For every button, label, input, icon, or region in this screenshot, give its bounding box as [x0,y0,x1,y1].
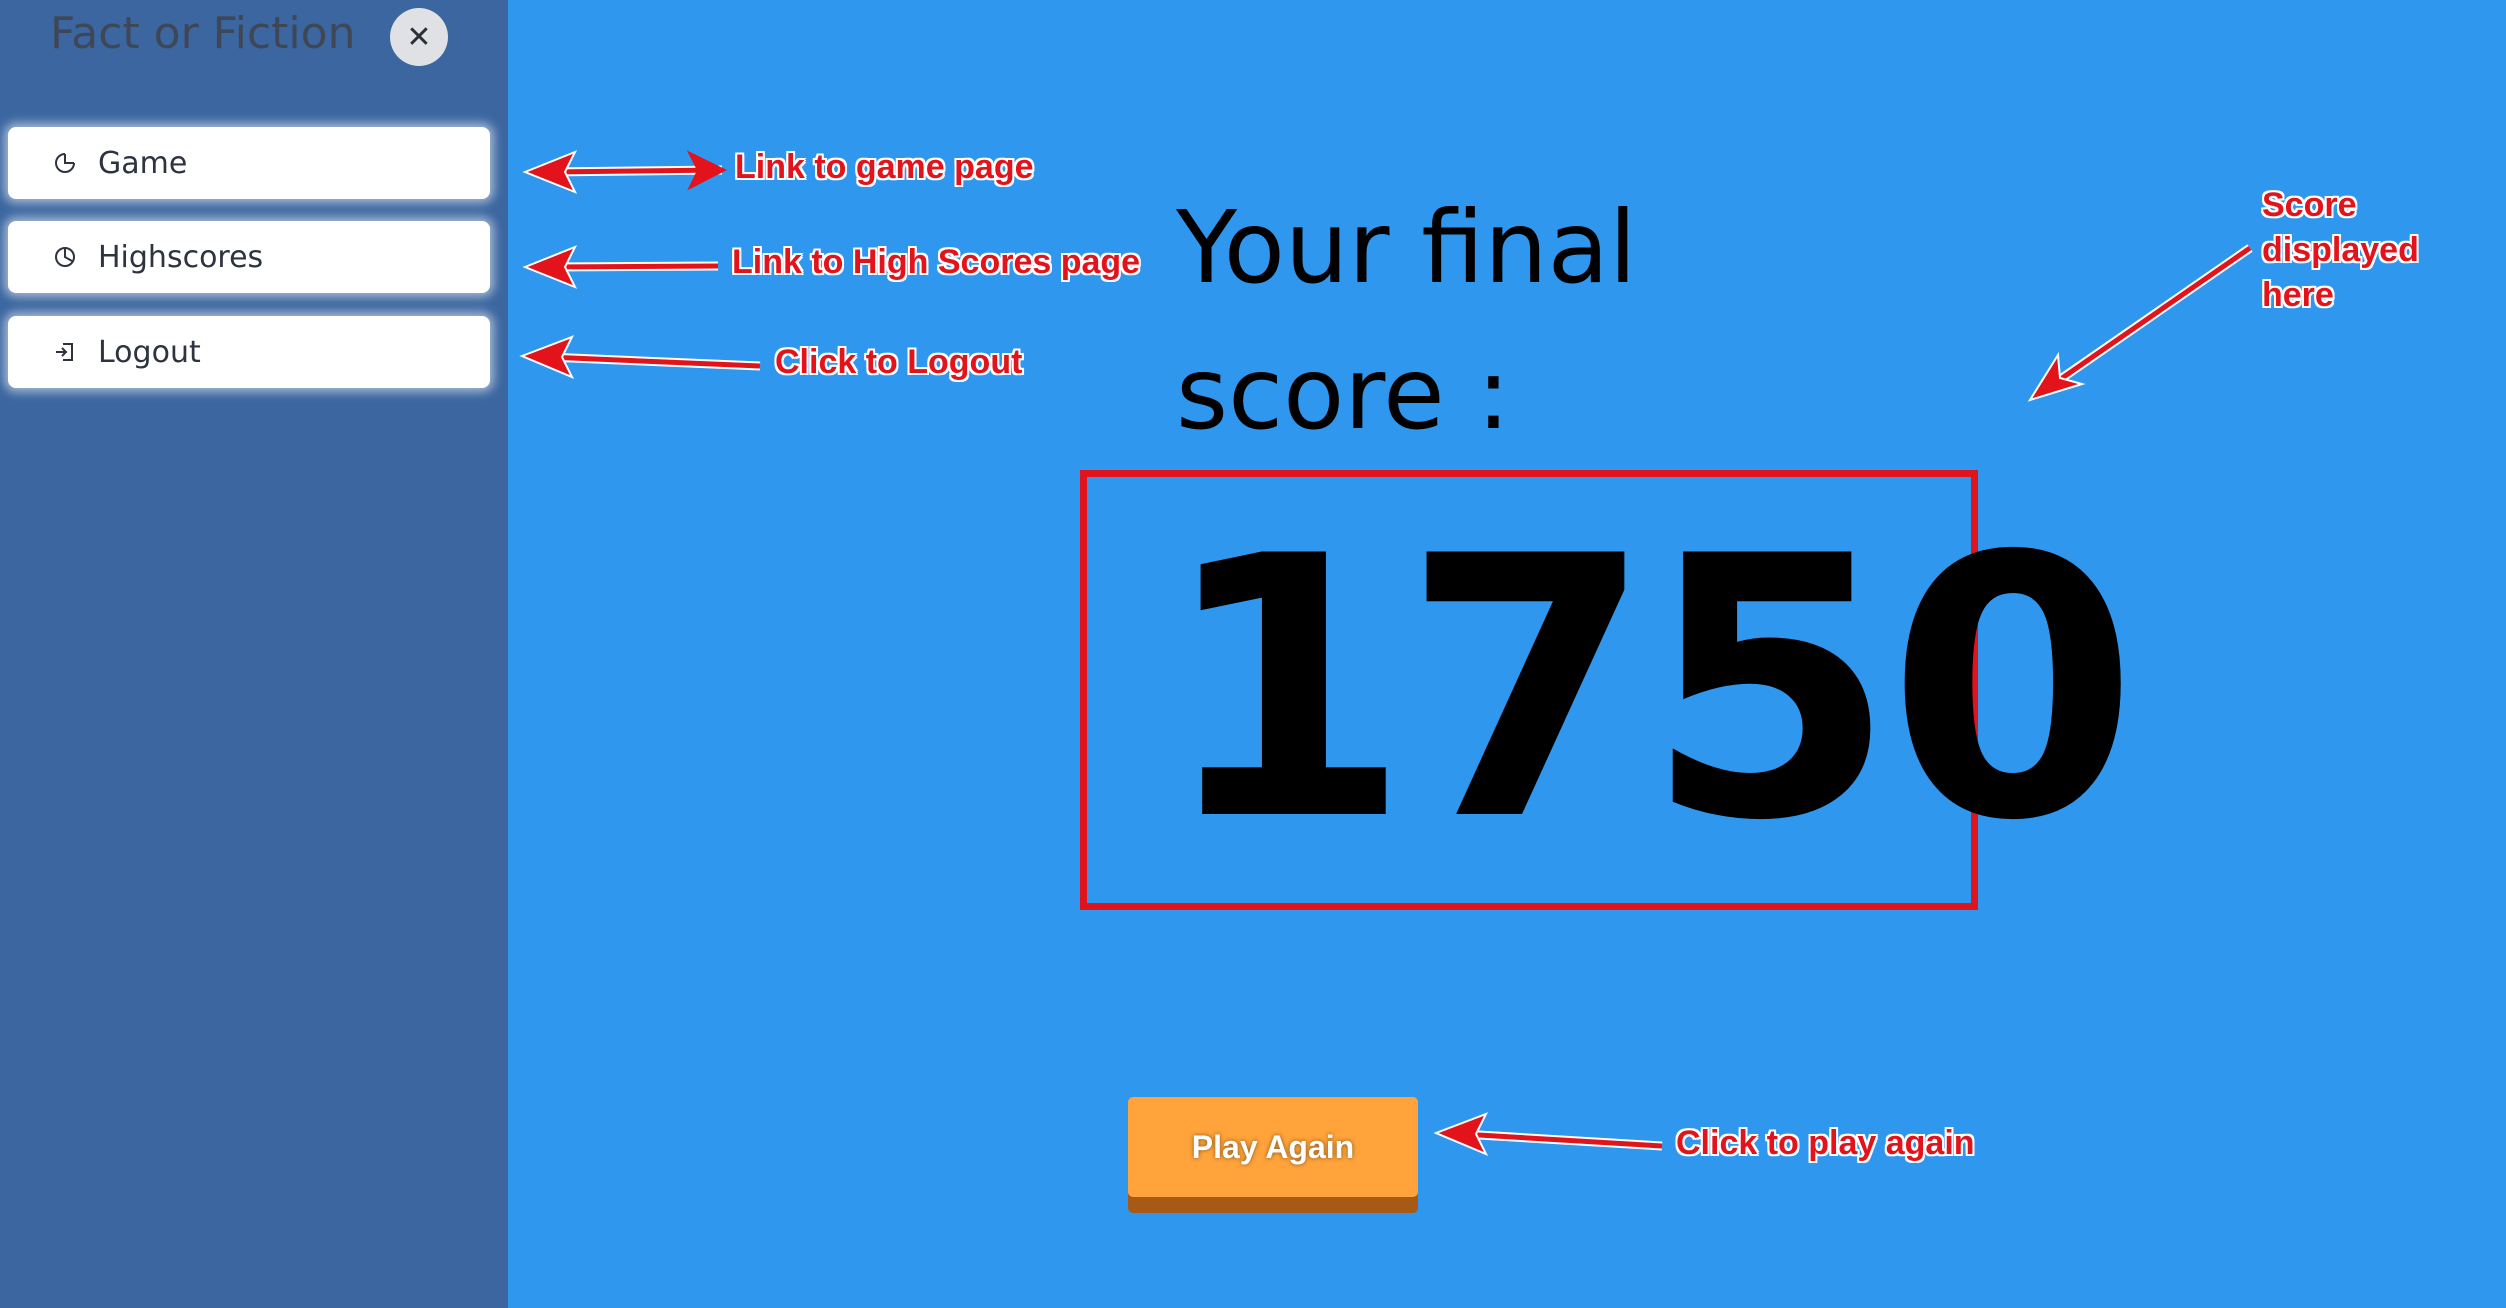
annotation-game: Link to game page [735,148,1034,186]
app-root: Fact or Fiction ✕ Game Highscores Logout… [0,0,2506,1308]
annotation-score: Score displayed here [2262,183,2419,318]
annotation-highscores: Link to High Scores page [732,243,1141,281]
annotation-score-line2: displayed [2262,231,2419,269]
arrow-play-again [1433,1112,1663,1156]
annotation-arrows [519,150,2253,1156]
annotation-play-again: Click to play again [1676,1124,1975,1162]
arrow-logout [519,335,761,379]
arrow-game [522,150,727,194]
arrow-score [2027,244,2253,402]
annotation-logout: Click to Logout [775,343,1023,381]
annotation-score-line3: here [2262,276,2334,314]
arrow-highscores [522,245,719,289]
annotation-score-line1: Score [2262,186,2357,224]
